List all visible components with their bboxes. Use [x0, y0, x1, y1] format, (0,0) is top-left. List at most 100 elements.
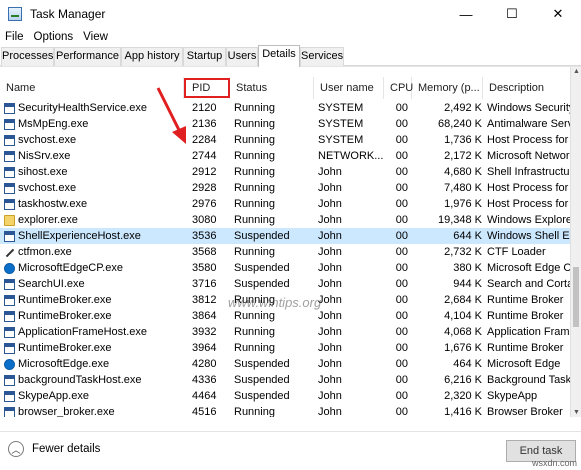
scroll-thumb[interactable]: [573, 267, 579, 327]
edge-app-icon: [4, 358, 15, 370]
table-row[interactable]: SearchUI.exe 3716 Suspended John 00 944 K Sear…: [0, 276, 570, 292]
column-header-cpu[interactable]: CPU: [384, 77, 413, 99]
table-row[interactable]: sihost.exe 2912 Running John 00 4,680 K Shell …: [0, 164, 570, 180]
table-row[interactable]: SecurityHealthService.exe 2120 Running SYST…: [0, 100, 570, 116]
fewer-details-toggle[interactable]: ︿ Fewer details: [8, 441, 100, 457]
process-status: Running: [234, 342, 275, 354]
tab-app-history[interactable]: App history: [121, 47, 183, 66]
process-status: Running: [234, 310, 275, 322]
process-name: SecurityHealthService.exe: [18, 102, 148, 114]
edge-app-icon: [4, 262, 15, 274]
process-description: Runtime Broker: [487, 294, 564, 306]
table-row[interactable]: svchost.exe 2284 Running SYSTEM 00 1,736 K Hos…: [0, 132, 570, 148]
menu-view[interactable]: View: [78, 31, 113, 43]
process-name-cell: explorer.exe: [0, 212, 184, 228]
process-window-icon: [4, 134, 15, 146]
menu-file[interactable]: File: [0, 31, 29, 43]
table-row[interactable]: SkypeApp.exe 4464 Suspended John 00 2,320 K Sk…: [0, 388, 570, 404]
table-row[interactable]: RuntimeBroker.exe 3964 Running John 00 1,676 …: [0, 340, 570, 356]
process-name-cell: SearchUI.exe: [0, 276, 184, 292]
table-row[interactable]: ctfmon.exe 3568 Running John 00 2,732 K CTF Lo…: [0, 244, 570, 260]
vertical-scrollbar[interactable]: ▲ ▼: [570, 67, 581, 417]
table-row[interactable]: MsMpEng.exe 2136 Running SYSTEM 00 68,240 K An…: [0, 116, 570, 132]
folder-icon: [4, 214, 15, 226]
process-memory: 7,480 K: [444, 182, 482, 194]
process-name-cell: taskhostw.exe: [0, 196, 184, 212]
process-name: explorer.exe: [18, 214, 78, 226]
process-user: NETWORK...: [318, 150, 384, 162]
table-row[interactable]: browser_broker.exe 4516 Running John 00 1,416…: [0, 404, 570, 417]
process-description: CTF Loader: [487, 246, 546, 258]
process-pid: 2744: [192, 150, 217, 162]
column-header-user-name[interactable]: User name: [314, 77, 384, 99]
site-mark: wsxdn.com: [531, 458, 577, 468]
process-description: Host Process for W: [487, 134, 570, 146]
minimize-button[interactable]: —: [443, 0, 489, 28]
process-status: Running: [234, 406, 275, 417]
process-name-cell: MsMpEng.exe: [0, 116, 184, 132]
process-cpu: 00: [395, 294, 408, 306]
process-pid: 3536: [192, 230, 217, 242]
process-name: browser_broker.exe: [18, 406, 115, 417]
process-user: John: [318, 182, 342, 194]
table-row[interactable]: ShellExperienceHost.exe 3536 Suspended John…: [0, 228, 570, 244]
process-user: John: [318, 390, 342, 402]
process-user: John: [318, 294, 342, 306]
process-pid: 2976: [192, 198, 217, 210]
maximize-button[interactable]: ☐: [489, 0, 535, 28]
close-button[interactable]: ✕: [535, 0, 581, 28]
table-row[interactable]: taskhostw.exe 2976 Running John 00 1,976 K Hos…: [0, 196, 570, 212]
process-user: John: [318, 262, 342, 274]
table-row[interactable]: RuntimeBroker.exe 3864 Running John 00 4,104 …: [0, 308, 570, 324]
process-name: backgroundTaskHost.exe: [18, 374, 142, 386]
tab-performance[interactable]: Performance: [54, 47, 121, 66]
table-row[interactable]: MicrosoftEdge.exe 4280 Suspended John 00 464 …: [0, 356, 570, 372]
process-name: SkypeApp.exe: [18, 390, 89, 402]
watermark: www.wintips.org: [228, 295, 322, 310]
process-status: Running: [234, 182, 275, 194]
process-user: SYSTEM: [318, 118, 364, 130]
chevron-up-icon[interactable]: ︿: [8, 441, 24, 457]
process-name: MicrosoftEdgeCP.exe: [18, 262, 123, 274]
process-status: Running: [234, 118, 275, 130]
table-row[interactable]: backgroundTaskHost.exe 4336 Suspended John 0…: [0, 372, 570, 388]
process-description: Search and Cortana: [487, 278, 570, 290]
scroll-down-icon[interactable]: ▼: [571, 408, 581, 417]
process-memory: 380 K: [453, 262, 482, 274]
process-cpu: 00: [395, 134, 408, 146]
table-row[interactable]: svchost.exe 2928 Running John 00 7,480 K Host …: [0, 180, 570, 196]
column-header-status[interactable]: Status: [230, 77, 314, 99]
process-name-cell: ApplicationFrameHost.exe: [0, 324, 184, 340]
process-description: Runtime Broker: [487, 310, 564, 322]
menu-options[interactable]: Options: [29, 31, 79, 43]
process-name-cell: svchost.exe: [0, 132, 184, 148]
tab-processes[interactable]: Processes: [1, 47, 54, 66]
column-header-description[interactable]: Description: [483, 77, 570, 99]
process-pid: 3568: [192, 246, 217, 258]
tab-services[interactable]: Services: [300, 47, 344, 66]
task-manager-icon: [8, 7, 22, 21]
process-description: Windows Explorer: [487, 214, 570, 226]
process-status: Suspended: [234, 262, 290, 274]
process-cpu: 00: [395, 374, 408, 386]
column-header-name[interactable]: Name: [0, 77, 184, 99]
table-row[interactable]: NisSrv.exe 2744 Running NETWORK... 00 2,172 K…: [0, 148, 570, 164]
process-cpu: 00: [395, 262, 408, 274]
table-row[interactable]: ApplicationFrameHost.exe 3932 Running John 0…: [0, 324, 570, 340]
process-description: Browser Broker: [487, 406, 563, 417]
table-row[interactable]: explorer.exe 3080 Running John 00 19,348 K Win…: [0, 212, 570, 228]
process-cpu: 00: [395, 326, 408, 338]
process-window-icon: [4, 294, 15, 306]
tab-startup[interactable]: Startup: [183, 47, 226, 66]
process-status: Suspended: [234, 358, 290, 370]
tab-details[interactable]: Details: [258, 45, 300, 67]
process-memory: 2,492 K: [444, 102, 482, 114]
fewer-details-label[interactable]: Fewer details: [32, 443, 100, 455]
process-status: Suspended: [234, 278, 290, 290]
scroll-up-icon[interactable]: ▲: [571, 67, 581, 77]
column-header-memory[interactable]: Memory (p...: [412, 77, 483, 99]
process-user: John: [318, 310, 342, 322]
table-row[interactable]: MicrosoftEdgeCP.exe 3580 Suspended John 00 38…: [0, 260, 570, 276]
tab-users[interactable]: Users: [226, 47, 258, 66]
process-pid: 4280: [192, 358, 217, 370]
